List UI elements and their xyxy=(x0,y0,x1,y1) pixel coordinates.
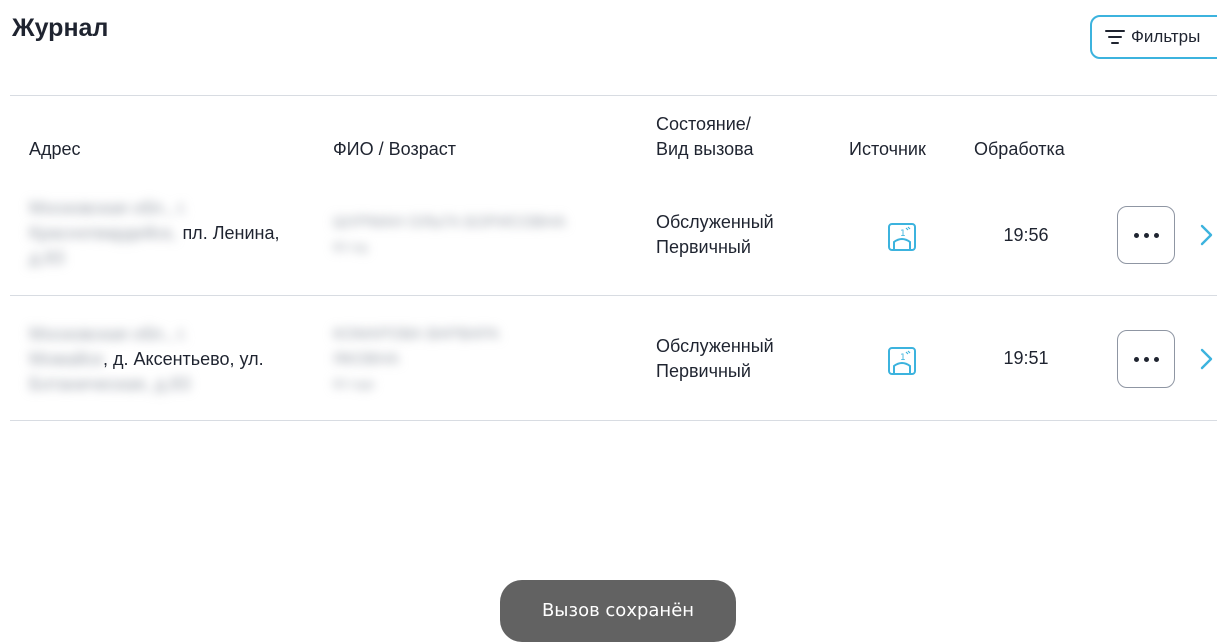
address-line: Ботаническая, д.83 xyxy=(29,374,191,394)
more-actions-button[interactable] xyxy=(1117,330,1175,388)
column-header-processing: Обработка xyxy=(974,139,1065,159)
column-header-address: Адрес xyxy=(29,139,81,159)
address-hidden-part: Красногвардейск, xyxy=(29,223,177,243)
status-text: Обслуженный xyxy=(656,212,774,232)
phone-tablet-icon: 1 xyxy=(888,223,916,251)
address-line: Московская обл., г. xyxy=(29,198,188,218)
name-age-cell: ШУРМАН ОЛЬГА БОРИСОВНА 83 год xyxy=(333,210,566,260)
processing-time: 19:56 xyxy=(1003,225,1049,245)
address-visible-part: , д. Аксентьево, ул. xyxy=(103,349,264,369)
more-dots-icon xyxy=(1133,356,1159,362)
address-hidden-part: Можайск xyxy=(29,349,103,369)
column-header-name-age: ФИО / Возраст xyxy=(333,139,456,159)
chevron-right-icon[interactable] xyxy=(1199,224,1213,246)
patient-name: ЯКОВНА xyxy=(333,351,400,368)
address-cell: Московская обл., г. Красногвардейск, пл. … xyxy=(29,196,319,271)
more-dots-icon xyxy=(1133,232,1159,238)
patient-name: ШУРМАН ОЛЬГА БОРИСОВНА xyxy=(333,214,566,231)
filters-button[interactable]: Фильтры xyxy=(1090,15,1217,59)
address-line: д.83 xyxy=(29,248,65,268)
chevron-right-icon[interactable] xyxy=(1199,348,1213,370)
toast-notification: Вызов сохранён xyxy=(500,580,736,642)
column-header-status-line2: Вид вызова xyxy=(656,139,754,159)
column-header-source: Источник xyxy=(849,139,926,159)
patient-name: КОМАРОВА ВАРВАРА xyxy=(333,326,500,343)
column-header-status-line1: Состояние/ xyxy=(656,114,751,134)
call-type-text: Первичный xyxy=(656,361,751,381)
address-line: Московская обл., г. xyxy=(29,324,188,344)
header-divider xyxy=(10,95,1217,96)
call-type-text: Первичный xyxy=(656,237,751,257)
name-age-cell: КОМАРОВА ВАРВАРА ЯКОВНА 83 года xyxy=(333,322,499,397)
svg-text:1: 1 xyxy=(900,353,906,363)
row-divider xyxy=(10,295,1217,296)
status-cell: Обслуженный Первичный xyxy=(656,210,774,260)
address-visible-part: пл. Ленина, xyxy=(182,223,280,243)
address-cell: Московская обл., г. Можайск, д. Аксентье… xyxy=(29,322,319,397)
row-divider xyxy=(10,420,1217,421)
status-cell: Обслуженный Первичный xyxy=(656,334,774,384)
filters-label: Фильтры xyxy=(1131,27,1201,46)
status-text: Обслуженный xyxy=(656,336,774,356)
svg-text:1: 1 xyxy=(900,229,906,239)
processing-time: 19:51 xyxy=(1003,348,1049,368)
column-header-status: Состояние/ Вид вызова xyxy=(656,112,754,162)
patient-age: 83 года xyxy=(333,377,374,391)
patient-age: 83 год xyxy=(333,240,368,254)
filter-icon xyxy=(1105,30,1125,44)
page-title: Журнал xyxy=(12,14,109,42)
more-actions-button[interactable] xyxy=(1117,206,1175,264)
phone-tablet-icon: 1 xyxy=(888,347,916,375)
